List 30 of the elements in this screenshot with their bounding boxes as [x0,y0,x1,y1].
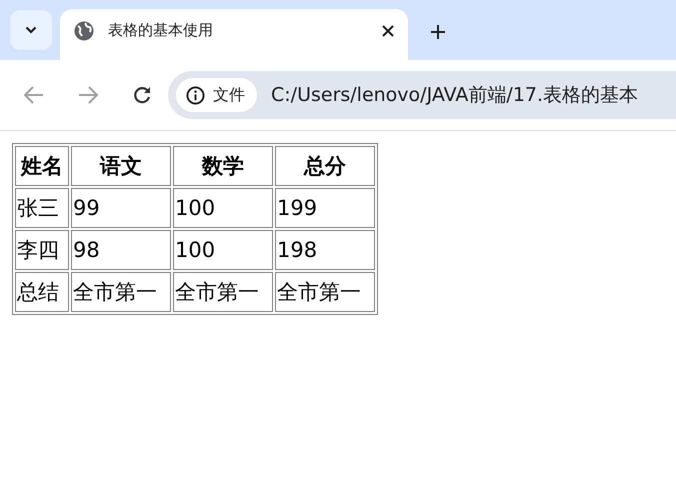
header-cell: 语文 [71,146,171,186]
header-cell: 总分 [275,146,375,186]
reload-icon[interactable] [132,85,152,105]
table-cell: 全市第一 [71,272,171,312]
table-cell: 李四 [15,230,69,270]
info-icon [186,86,205,104]
close-icon[interactable] [382,24,394,36]
table-cell: 张三 [15,188,69,228]
table-cell: 100 [173,230,273,270]
table-cell: 199 [275,188,375,228]
new-tab-icon[interactable] [430,24,446,40]
chevron-down-icon [25,26,37,34]
info-label: 文件 [213,84,245,106]
site-info-chip[interactable]: 文件 [176,78,257,112]
back-arrow-icon[interactable] [24,86,44,104]
url-text: C:/Users/lenovo/JAVA前端/17.表格的基本 [271,83,638,108]
table-cell: 99 [71,188,171,228]
table-cell: 198 [275,230,375,270]
forward-arrow-icon[interactable] [78,86,98,104]
header-cell: 数学 [173,146,273,186]
table-cell: 全市第一 [173,272,273,312]
table-cell: 全市第一 [275,272,375,312]
table-cell: 100 [173,188,273,228]
tab-title: 表格的基本使用 [108,21,214,40]
header-cell: 姓名 [15,146,69,186]
address-bar[interactable]: 文件 C:/Users/lenovo/JAVA前端/17.表格的基本 [168,71,676,119]
table-cell: 98 [71,230,171,270]
browser-tab[interactable]: 表格的基本使用 [60,9,408,60]
globe-icon [74,20,94,40]
table-cell: 总结 [15,272,69,312]
